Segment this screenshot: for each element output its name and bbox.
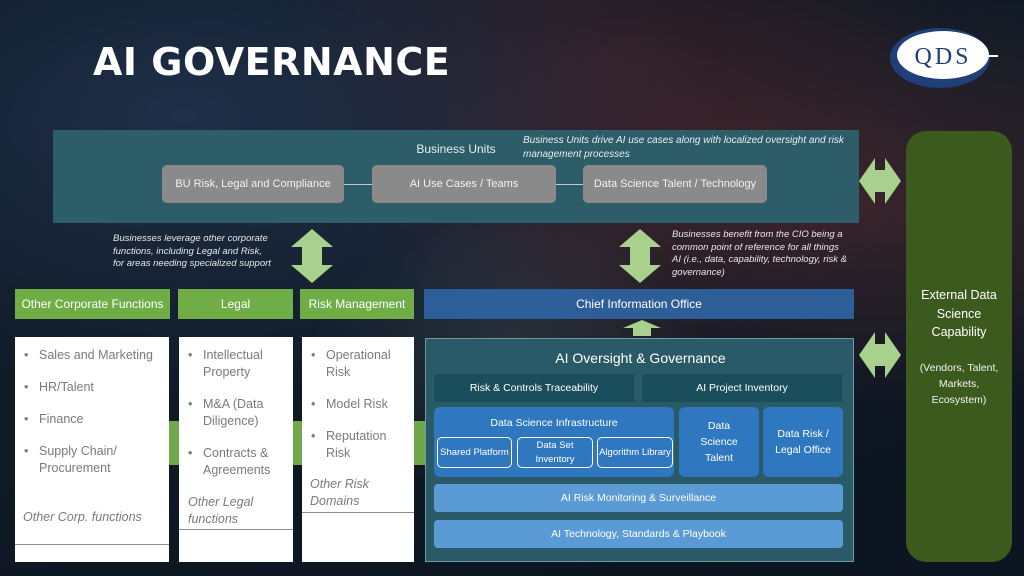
infrastructure-title: Data Science Infrastructure <box>490 417 618 429</box>
qds-logo: QDS <box>890 28 998 88</box>
double-arrow-icon <box>291 229 333 283</box>
page-title: AI GOVERNANCE <box>93 40 451 84</box>
bu-risk-legal-box: BU Risk, Legal and Compliance <box>162 165 344 203</box>
business-units-note: Business Units drive AI use cases along … <box>523 135 844 160</box>
list-item: Model Risk <box>309 396 411 413</box>
data-risk-legal-office-box: Data Risk / Legal Office <box>763 407 843 477</box>
double-arrow-icon <box>619 229 661 283</box>
divider <box>179 529 293 530</box>
list-item: Supply Chain/ Procurement <box>22 443 162 477</box>
list-item: Reputation Risk <box>309 428 411 462</box>
ai-oversight-panel: AI Oversight & Governance Risk & Control… <box>425 338 854 562</box>
risk-management-header: Risk Management <box>300 289 414 319</box>
shared-platform-box: Shared Platform <box>437 437 512 468</box>
ai-project-inventory-box: AI Project Inventory <box>642 374 842 402</box>
ai-risk-monitoring-box: AI Risk Monitoring & Surveillance <box>434 484 843 512</box>
other-corporate-functions-list: Sales and Marketing HR/Talent Finance Su… <box>15 337 169 562</box>
data-science-infrastructure-box: Data Science Infrastructure Shared Platf… <box>434 407 674 477</box>
data-science-talent-box: Data Science Talent <box>679 407 759 477</box>
other-legal-label: Other Legal functions <box>188 495 254 526</box>
connector-tab <box>292 421 302 465</box>
connector-tab <box>169 421 179 465</box>
external-title: External Data Science Capability <box>921 288 997 339</box>
list-item: Operational Risk <box>309 347 411 381</box>
ai-use-cases-box: AI Use Cases / Teams <box>372 165 556 203</box>
horizontal-double-arrow-icon <box>859 332 901 378</box>
risk-controls-traceability-box: Risk & Controls Traceability <box>434 374 634 402</box>
list-item: M&A (Data Diligence) <box>186 396 290 430</box>
cio-header: Chief Information Office <box>424 289 854 319</box>
external-subtitle: (Vendors, Talent, Markets, Ecosystem) <box>919 361 999 406</box>
cio-note: Businesses benefit from the CIO being a … <box>672 229 847 278</box>
connector <box>555 184 585 185</box>
legal-list: Intellectual Property M&A (Data Diligenc… <box>179 337 293 562</box>
legal-header: Legal <box>178 289 293 319</box>
list-item: Finance <box>22 411 162 428</box>
divider <box>15 544 169 545</box>
algorithm-library-box: Algorithm Library <box>597 437 673 468</box>
other-corporate-functions-header: Other Corporate Functions <box>15 289 170 319</box>
risk-management-list: Operational Risk Model Risk Reputation R… <box>302 337 414 562</box>
other-functions-label: Other Corp. functions <box>23 510 142 524</box>
business-units-panel: Business Units Business Units drive AI u… <box>53 130 859 223</box>
list-item: Sales and Marketing <box>22 347 162 364</box>
list-item: Intellectual Property <box>186 347 290 381</box>
corporate-functions-note: Businesses leverage other corporate func… <box>113 233 271 269</box>
connector <box>344 184 374 185</box>
data-set-inventory-box: Data Set Inventory <box>517 437 593 468</box>
list-item: Contracts & Agreements <box>186 445 290 479</box>
ai-technology-standards-box: AI Technology, Standards & Playbook <box>434 520 843 548</box>
list-item: HR/Talent <box>22 379 162 396</box>
ai-oversight-title: AI Oversight & Governance <box>555 350 726 366</box>
other-risk-label: Other Risk Domains <box>310 477 370 508</box>
external-data-science-panel: External Data Science Capability (Vendor… <box>906 131 1012 562</box>
up-arrow-icon <box>623 320 661 336</box>
horizontal-double-arrow-icon <box>859 158 901 204</box>
logo-text: QDS <box>914 44 971 70</box>
divider <box>302 512 414 513</box>
data-science-talent-box: Data Science Talent / Technology <box>583 165 767 203</box>
